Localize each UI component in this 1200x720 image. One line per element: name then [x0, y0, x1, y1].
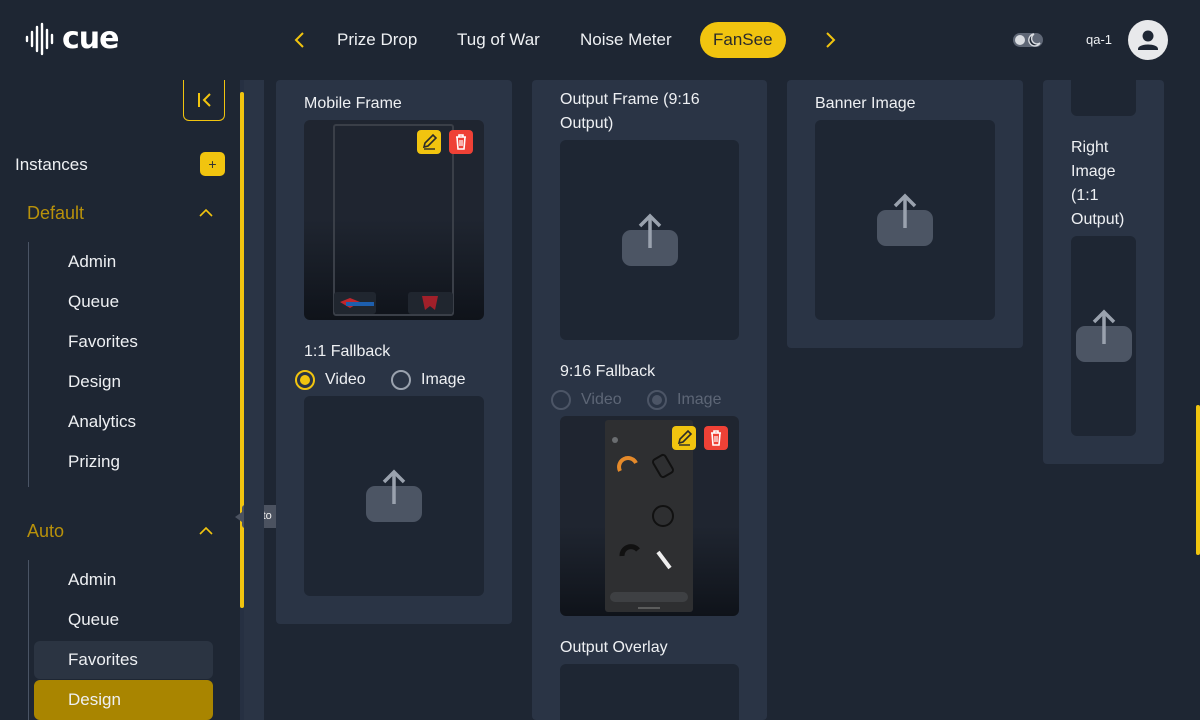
- sidebar-item-default-favorites[interactable]: Favorites: [68, 323, 138, 361]
- delete-mobile-frame-button[interactable]: [449, 130, 473, 154]
- radio-image-1-1-label[interactable]: Image: [421, 371, 465, 389]
- upload-output-overlay[interactable]: [560, 664, 739, 720]
- group-auto-line: [28, 560, 29, 720]
- radio-image-9-16[interactable]: [647, 390, 667, 410]
- collapse-left-icon: [198, 93, 211, 107]
- tab-tug-of-war[interactable]: Tug of War: [457, 22, 540, 58]
- content-left-panel: [244, 80, 264, 720]
- upload-previous-field[interactable]: [1071, 80, 1136, 116]
- brand-name: cue: [62, 21, 119, 56]
- sidebar-item-auto-admin[interactable]: Admin: [68, 561, 116, 599]
- sidebar-item-auto-queue[interactable]: Queue: [68, 601, 119, 639]
- user-icon: [1138, 30, 1158, 50]
- banner-image-label: Banner Image: [815, 95, 916, 112]
- upload-icon: [621, 213, 678, 266]
- sidebar-item-auto-favorites[interactable]: Favorites: [68, 641, 138, 679]
- tab-noise-meter[interactable]: Noise Meter: [580, 22, 672, 58]
- delete-fallback-9-16-button[interactable]: [704, 426, 728, 450]
- edit-fallback-9-16-button[interactable]: [672, 426, 696, 450]
- chevron-up-icon[interactable]: [198, 526, 214, 536]
- chevron-right-icon[interactable]: [818, 28, 842, 52]
- trash-icon: [456, 134, 466, 150]
- mobile-frame-label: Mobile Frame: [304, 95, 402, 112]
- sidebar: [0, 80, 244, 720]
- fallback-9-16-label: 9:16 Fallback: [560, 363, 656, 380]
- sidebar-item-auto-design[interactable]: Design: [68, 681, 121, 719]
- tab-fansee[interactable]: FanSee: [700, 22, 786, 58]
- tab-prize-drop[interactable]: Prize Drop: [337, 22, 417, 58]
- radio-video-1-1[interactable]: [295, 370, 315, 390]
- upload-icon: [877, 193, 933, 246]
- upload-fallback-1-1[interactable]: [304, 396, 484, 596]
- radio-image-1-1[interactable]: [391, 370, 411, 390]
- pencil-icon: [677, 429, 693, 446]
- output-frame-label: Output Frame (9:16 Output): [560, 91, 700, 132]
- radio-image-9-16-label[interactable]: Image: [677, 391, 721, 409]
- group-default-line: [28, 242, 29, 487]
- upload-banner-image[interactable]: [815, 120, 995, 320]
- add-instance-button[interactable]: +: [200, 152, 225, 176]
- upload-right-image[interactable]: [1071, 236, 1136, 436]
- instances-label: Instances: [15, 155, 88, 174]
- logo[interactable]: cue: [24, 22, 119, 56]
- main-scrollbar[interactable]: [1196, 405, 1200, 555]
- top-bar: cue Prize Drop Tug of War Noise Meter Fa…: [0, 0, 1200, 80]
- upload-icon: [1075, 309, 1132, 362]
- chevron-left-icon[interactable]: [288, 28, 312, 52]
- sidebar-item-active-bg: [34, 680, 213, 720]
- pencil-icon: [422, 133, 438, 150]
- edit-mobile-frame-button[interactable]: [417, 130, 441, 154]
- upload-output-frame[interactable]: [560, 140, 739, 340]
- trash-icon: [711, 430, 721, 446]
- group-auto-label[interactable]: Auto: [27, 521, 64, 542]
- sidebar-item-default-queue[interactable]: Queue: [68, 283, 119, 321]
- fallback-1-1-label: 1:1 Fallback: [304, 343, 391, 360]
- sidebar-item-default-admin[interactable]: Admin: [68, 243, 116, 281]
- username[interactable]: qa-1: [1086, 32, 1112, 47]
- sidebar-item-default-analytics[interactable]: Analytics: [68, 403, 136, 441]
- upload-icon: [366, 469, 422, 522]
- theme-toggle-icon[interactable]: [1012, 30, 1044, 50]
- radio-video-9-16-label[interactable]: Video: [581, 391, 622, 409]
- soundwave-logo-icon: [25, 22, 54, 56]
- collapse-sidebar-button[interactable]: [183, 80, 225, 121]
- sidebar-item-default-design[interactable]: Design: [68, 363, 121, 401]
- output-overlay-label: Output Overlay: [560, 639, 668, 656]
- chevron-up-icon[interactable]: [198, 208, 214, 218]
- sidebar-item-default-prizing[interactable]: Prizing: [68, 443, 120, 481]
- right-image-label: Right Image (1:1 Output): [1071, 139, 1125, 228]
- radio-video-9-16[interactable]: [551, 390, 571, 410]
- radio-video-1-1-label[interactable]: Video: [325, 371, 366, 389]
- avatar[interactable]: [1128, 20, 1168, 60]
- group-default-label[interactable]: Default: [27, 203, 84, 224]
